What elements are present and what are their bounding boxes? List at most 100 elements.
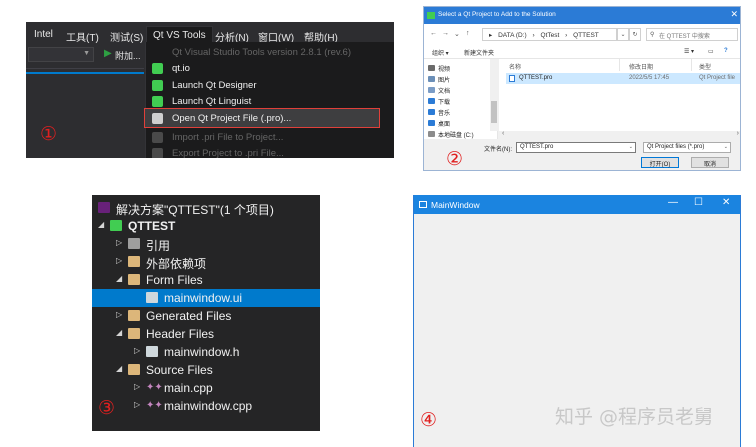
export-icon: [152, 148, 163, 158]
file-row[interactable]: QTTEST.pro 2022/5/5 17:45 Qt Project fil…: [506, 73, 740, 84]
file-icon: [146, 346, 158, 357]
watermark: 知乎 @程序员老舅: [555, 406, 714, 428]
expand-icon[interactable]: ▷: [116, 256, 122, 265]
path-segment[interactable]: QtTest: [541, 32, 560, 39]
expand-icon[interactable]: ▷: [134, 346, 140, 355]
menu-item-qt-io[interactable]: qt.io: [146, 61, 394, 77]
column-name[interactable]: 名称: [509, 62, 521, 71]
tree-item-label: Header Files: [146, 327, 215, 341]
close-icon[interactable]: ✕: [730, 9, 738, 20]
forward-icon[interactable]: →: [442, 30, 449, 37]
path-segment[interactable]: DATA (D:): [498, 32, 527, 39]
tree-item[interactable]: ▷ mainwindow.h: [92, 343, 320, 361]
toolbar: ▼ ▶ 附加...: [26, 46, 146, 64]
chevron-right-icon[interactable]: ›: [737, 130, 739, 137]
menu-test[interactable]: 测试(S): [110, 29, 143, 44]
play-icon[interactable]: ▶: [104, 48, 112, 59]
column-date[interactable]: 修改日期: [629, 62, 653, 71]
tree-item[interactable]: 解决方案"QTTEST"(1 个项目): [92, 199, 320, 217]
cpp-file-icon: ✦✦: [146, 400, 163, 411]
search-input[interactable]: ⚲ 在 QTTEST 中搜索: [646, 28, 738, 41]
refresh-icon[interactable]: ↻: [629, 28, 641, 41]
collapse-icon[interactable]: ◢: [98, 220, 104, 229]
back-icon[interactable]: ←: [430, 30, 437, 37]
filter-value: Qt Project files (*.pro): [647, 144, 705, 150]
nav-scrollbar[interactable]: [490, 59, 498, 131]
tree-item[interactable]: ▷ 引用: [92, 235, 320, 253]
path-segment[interactable]: QTTEST: [573, 32, 599, 39]
column-type[interactable]: 类型: [699, 62, 711, 71]
cancel-button[interactable]: 取消: [691, 157, 729, 168]
collapse-icon[interactable]: ◢: [116, 364, 122, 373]
chevron-left-icon[interactable]: ‹: [502, 130, 504, 137]
tree-item[interactable]: ▷ 外部依赖项: [92, 253, 320, 271]
tree-item[interactable]: ▷ ✦✦ mainwindow.cpp: [92, 397, 320, 415]
collapse-icon[interactable]: ◢: [116, 274, 122, 283]
menu-intel[interactable]: Intel: [34, 29, 53, 40]
dialog-title: Select a Qt Project to Add to the Soluti…: [438, 11, 556, 18]
tree-item-label: 引用: [146, 239, 171, 253]
nav-item-desktop[interactable]: 桌面: [438, 119, 450, 128]
expand-icon[interactable]: ▷: [116, 238, 122, 247]
menu-item-label: Launch Qt Designer: [172, 80, 257, 91]
up-icon[interactable]: ↑: [466, 30, 470, 37]
tree-item[interactable]: ◢ Header Files: [92, 325, 320, 343]
document-icon: [428, 87, 435, 93]
file-hscrollbar[interactable]: ‹ ›: [499, 130, 740, 139]
expand-icon[interactable]: ▷: [134, 400, 140, 409]
tree-item-label: 外部依赖项: [146, 257, 207, 271]
view-icon[interactable]: ☰ ▾: [684, 48, 694, 55]
download-icon: [428, 98, 435, 104]
nav-item-video[interactable]: 视频: [438, 64, 450, 73]
menu-item-open-pro[interactable]: Open Qt Project File (.pro)...: [144, 108, 380, 128]
tree-item[interactable]: ◢ QTTEST: [92, 217, 320, 235]
tree-item[interactable]: ◢ Form Files: [92, 271, 320, 289]
filename-input[interactable]: QTTEST.pro ⌄: [516, 142, 636, 153]
config-combo[interactable]: ▼: [28, 47, 94, 62]
expand-icon[interactable]: ▷: [116, 310, 122, 319]
tree-item[interactable]: ▷ Generated Files: [92, 307, 320, 325]
tree-item[interactable]: ▷ ✦✦ main.cpp: [92, 379, 320, 397]
menu-tools[interactable]: 工具(T): [66, 29, 99, 44]
address-bar: ← → ⌄ ↑ ▸ DATA (D:) › QtTest › QTTEST ⌄ …: [424, 24, 740, 46]
menu-item-label: Open Qt Project File (.pro)...: [172, 113, 292, 124]
maximize-icon[interactable]: ☐: [694, 197, 703, 208]
path-separator: ›: [565, 32, 568, 39]
menu-item-label: Launch Qt Linguist: [172, 96, 252, 107]
path-box[interactable]: ▸ DATA (D:) › QtTest › QTTEST: [482, 28, 617, 41]
folder-icon: [128, 364, 140, 375]
menu-item-label: Export Project to .pri File...: [172, 148, 284, 158]
chevron-down-icon[interactable]: ⌄: [454, 30, 460, 38]
minimize-icon[interactable]: —: [668, 197, 678, 208]
open-button[interactable]: 打开(O): [641, 157, 679, 168]
nav-item-documents[interactable]: 文档: [438, 86, 450, 95]
step-number: ②: [446, 148, 464, 170]
organize-button[interactable]: 组织 ▾: [432, 48, 449, 57]
nav-item-downloads[interactable]: 下载: [438, 97, 450, 106]
nav-item-music[interactable]: 音乐: [438, 108, 450, 117]
run-label[interactable]: 附加...: [115, 49, 141, 62]
accent-line: [26, 72, 144, 74]
menu-item-launch-designer[interactable]: Launch Qt Designer: [146, 78, 394, 94]
tree-item[interactable]: mainwindow.ui: [92, 289, 320, 307]
nav-item-drive-c[interactable]: 本地磁盘 (C:): [438, 130, 474, 139]
collapse-icon[interactable]: ◢: [116, 328, 122, 337]
new-folder-button[interactable]: 新建文件夹: [464, 48, 494, 57]
chevron-down-icon[interactable]: ⌄: [629, 144, 633, 150]
help-icon[interactable]: ?: [724, 48, 728, 54]
nav-item-pictures[interactable]: 图片: [438, 75, 450, 84]
tree-item[interactable]: ◢ Source Files: [92, 361, 320, 379]
expand-icon[interactable]: ▷: [134, 382, 140, 391]
chevron-down-icon[interactable]: ⌄: [617, 28, 629, 41]
close-icon[interactable]: ✕: [722, 197, 730, 208]
file-type-filter[interactable]: Qt Project files (*.pro) ⌄: [643, 142, 731, 153]
import-icon: [152, 132, 163, 143]
menu-item-label: Import .pri File to Project...: [172, 132, 284, 143]
preview-pane-icon[interactable]: ▭: [708, 48, 714, 55]
desktop-icon: [428, 120, 435, 126]
pro-file-icon: [509, 75, 515, 82]
scroll-thumb[interactable]: [491, 101, 497, 123]
folder-icon: [128, 256, 140, 267]
file-type: Qt Project file: [699, 75, 736, 81]
column-separator: [691, 59, 692, 71]
